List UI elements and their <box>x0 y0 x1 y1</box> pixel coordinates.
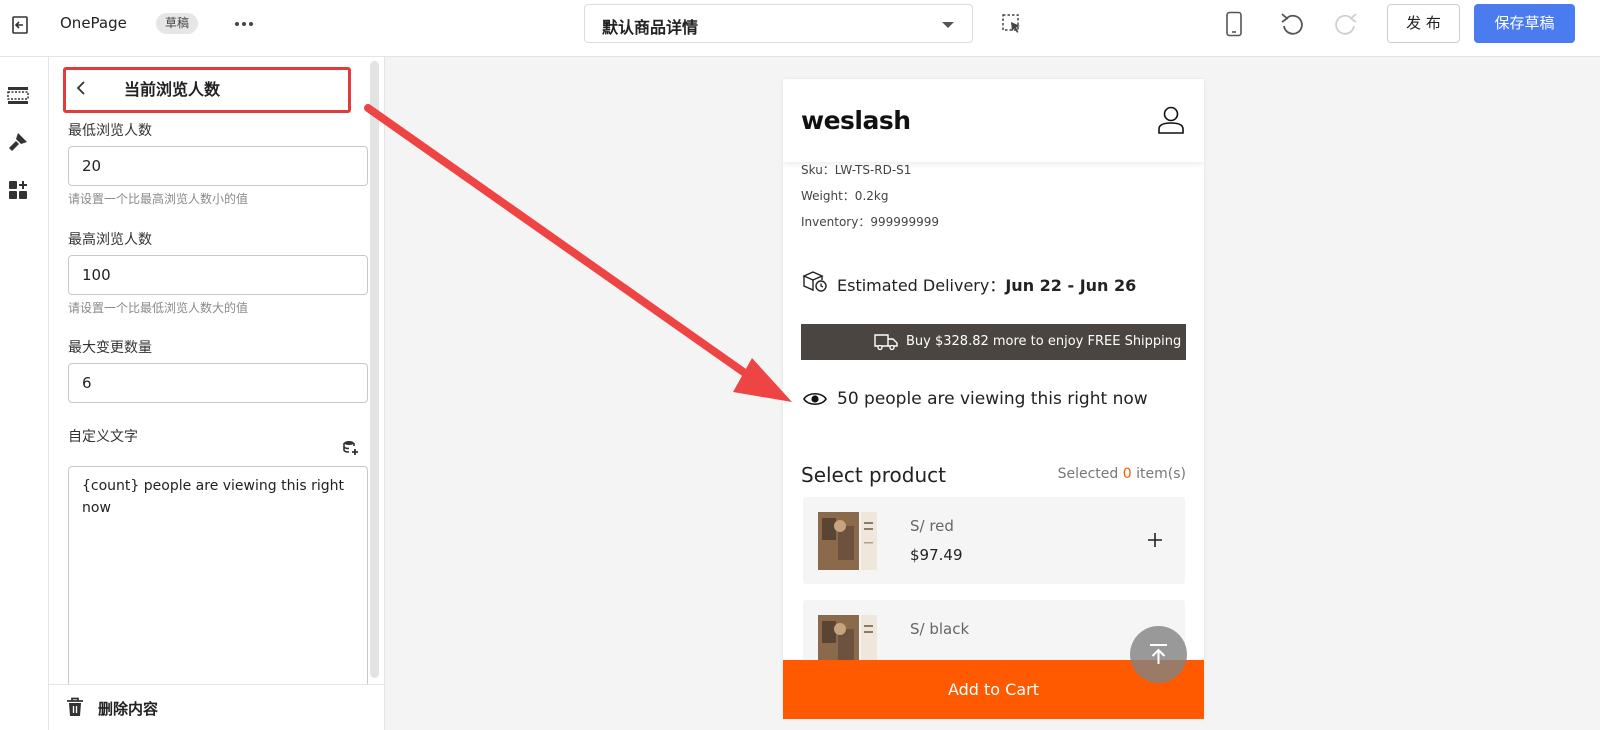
min-viewers-hint: 请设置一个比最高浏览人数小的值 <box>68 192 249 206</box>
delete-content-label: 删除内容 <box>98 700 159 718</box>
publish-button[interactable]: 发 布 <box>1387 4 1460 43</box>
selected-prefix: Selected <box>1057 466 1119 482</box>
save-draft-button[interactable]: 保存草稿 <box>1474 4 1575 43</box>
page-template-value: 默认商品详情 <box>602 18 699 37</box>
element-selector-icon[interactable] <box>1001 13 1023 35</box>
more-icon[interactable] <box>232 13 256 35</box>
dynamic-source-icon[interactable] <box>342 439 360 457</box>
max-change-label: 最大变更数量 <box>68 340 152 356</box>
free-shipping-text: Buy $328.82 more to enjoy FREE Shipping <box>906 334 1182 349</box>
selected-suffix: item(s) <box>1136 466 1186 482</box>
account-icon[interactable] <box>1157 105 1185 135</box>
trash-icon <box>67 697 83 716</box>
store-logo[interactable]: weslash <box>801 106 911 135</box>
custom-text-label: 自定义文字 <box>68 429 138 445</box>
delivery-estimate: Estimated Delivery：Jun 22 - Jun 26 <box>837 272 1136 296</box>
max-change-input[interactable] <box>68 363 368 403</box>
max-viewers-hint: 请设置一个比最低浏览人数大的值 <box>68 301 249 315</box>
select-product-title: Select product <box>801 463 946 487</box>
caret-down-icon <box>942 22 954 28</box>
product-variant-card[interactable]: S/ red $97.49 <box>803 497 1185 584</box>
left-icon-rail <box>0 57 49 730</box>
apps-icon[interactable] <box>7 179 29 201</box>
delivery-label: Estimated Delivery： <box>837 276 1006 295</box>
page-template-select[interactable]: 默认商品详情 <box>584 4 973 43</box>
top-bar: OnePage 草稿 默认商品详情 发 布 保存草稿 <box>0 0 1600 57</box>
free-shipping-banner: Buy $328.82 more to enjoy FREE Shipping <box>801 324 1186 360</box>
back-to-top-button[interactable] <box>1130 626 1187 683</box>
sku-text: Sku：LW-TS-RD-S1 <box>801 163 912 177</box>
product-price: $97.49 <box>910 546 963 564</box>
min-viewers-label: 最低浏览人数 <box>68 123 152 139</box>
back-chevron-icon[interactable] <box>74 80 90 96</box>
mobile-preview: weslash Sku：LW-TS-RD-S1 Weight：0.2kg Inv… <box>783 79 1204 719</box>
app-name: OnePage <box>60 14 127 32</box>
store-header: weslash <box>783 79 1204 162</box>
truck-icon <box>874 334 898 351</box>
sections-icon[interactable] <box>7 84 29 106</box>
panel-title: 当前浏览人数 <box>124 80 221 99</box>
back-to-top-icon <box>1150 644 1167 664</box>
plus-icon[interactable] <box>1146 531 1164 549</box>
delivery-box-icon <box>802 271 827 292</box>
eye-icon <box>803 392 827 406</box>
weight-text: Weight：0.2kg <box>801 189 889 203</box>
delete-content-button[interactable]: 删除内容 <box>49 684 384 730</box>
min-viewers-input[interactable] <box>68 146 368 186</box>
max-viewers-input[interactable] <box>68 255 368 295</box>
mobile-device-icon[interactable] <box>1223 11 1245 37</box>
max-viewers-label: 最高浏览人数 <box>68 232 152 248</box>
undo-icon[interactable] <box>1279 11 1305 37</box>
live-viewers-text: 50 people are viewing this right now <box>837 389 1148 409</box>
custom-text-textarea[interactable]: {count} people are viewing this right no… <box>68 466 368 696</box>
panel-header: 当前浏览人数 <box>63 67 351 113</box>
selected-number: 0 <box>1122 466 1132 482</box>
delivery-dates: Jun 22 - Jun 26 <box>1005 276 1137 295</box>
product-thumbnail <box>818 512 877 570</box>
product-variant-name: S/ red <box>910 517 954 535</box>
product-variant-name: S/ black <box>910 620 970 638</box>
theme-brush-icon[interactable] <box>7 131 29 153</box>
exit-icon[interactable] <box>10 14 32 36</box>
inventory-text: Inventory：999999999 <box>801 215 940 229</box>
status-badge: 草稿 <box>156 13 199 34</box>
panel-scrollbar[interactable] <box>370 61 379 678</box>
selected-items-count: Selected 0 item(s) <box>1058 466 1186 482</box>
settings-panel: 当前浏览人数 最低浏览人数 请设置一个比最高浏览人数小的值 最高浏览人数 请设置… <box>49 57 385 730</box>
redo-icon[interactable] <box>1333 11 1359 37</box>
